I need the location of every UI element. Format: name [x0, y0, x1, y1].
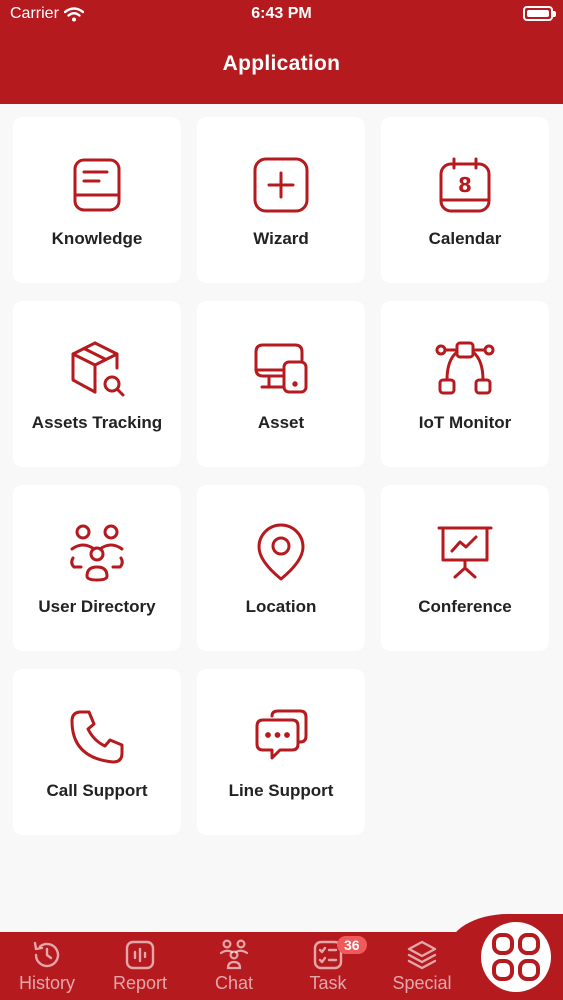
app-card-location[interactable]: Location — [197, 485, 365, 651]
report-icon — [123, 938, 157, 972]
tab-chat[interactable]: Chat — [187, 932, 281, 1000]
app-label: Knowledge — [51, 229, 143, 248]
app-grid: Knowledge Wizard 8 Calendar Assets Track… — [13, 117, 550, 835]
status-time: 6:43 PM — [251, 5, 312, 22]
app-card-conference[interactable]: Conference — [381, 485, 549, 651]
app-header: Carrier 6:43 PM Application — [0, 0, 563, 104]
task-count-badge: 36 — [337, 936, 367, 954]
app-label: User Directory — [38, 597, 156, 616]
group-chat-icon — [217, 938, 251, 972]
app-label: Wizard — [253, 229, 309, 248]
tab-label: Report — [112, 973, 168, 993]
plus-square-icon — [251, 155, 311, 215]
grid-apps-icon — [492, 933, 540, 981]
devices-icon — [251, 339, 311, 399]
app-label: Conference — [418, 597, 512, 616]
app-card-wizard[interactable]: Wizard — [197, 117, 365, 283]
presentation-board-icon — [435, 523, 495, 583]
app-label: Location — [245, 597, 317, 616]
app-card-asset[interactable]: Asset — [197, 301, 365, 467]
app-card-user-directory[interactable]: User Directory — [13, 485, 181, 651]
app-label: Asset — [257, 413, 305, 432]
phone-icon — [67, 707, 127, 767]
tab-report[interactable]: Report — [93, 932, 187, 1000]
tab-label: Chat — [214, 973, 254, 993]
app-card-call-support[interactable]: Call Support — [13, 669, 181, 835]
chat-bubbles-icon — [251, 707, 311, 767]
history-icon — [30, 938, 64, 972]
app-label: Line Support — [228, 781, 334, 800]
box-search-icon — [67, 339, 127, 399]
app-label: Assets Tracking — [31, 413, 163, 432]
vector-nodes-icon — [435, 339, 495, 399]
calendar-day-number: 8 — [458, 173, 472, 197]
app-label: Calendar — [428, 229, 502, 248]
users-group-icon — [67, 523, 127, 583]
app-card-knowledge[interactable]: Knowledge — [13, 117, 181, 283]
app-card-assets-tracking[interactable]: Assets Tracking — [13, 301, 181, 467]
tab-label: History — [18, 973, 75, 993]
app-label: IoT Monitor — [418, 413, 512, 432]
tab-label: Task — [309, 973, 347, 993]
layers-icon — [405, 938, 439, 972]
battery-icon — [523, 6, 556, 21]
bottom-tab-bar: History Report Chat Task 36 Special — [0, 914, 563, 1000]
status-bar: Carrier 6:43 PM — [0, 0, 563, 30]
tab-label: Special — [392, 973, 452, 993]
calendar-icon: 8 — [435, 155, 495, 215]
app-card-line-support[interactable]: Line Support — [197, 669, 365, 835]
apps-menu-button[interactable] — [481, 922, 551, 992]
app-card-iot-monitor[interactable]: IoT Monitor — [381, 301, 549, 467]
tab-task[interactable]: Task 36 — [281, 932, 375, 1000]
page-title: Application — [222, 52, 341, 75]
location-pin-icon — [251, 523, 311, 583]
app-label: Call Support — [46, 781, 148, 800]
tab-history[interactable]: History — [0, 932, 94, 1000]
tab-special[interactable]: Special — [375, 932, 469, 1000]
app-card-calendar[interactable]: 8 Calendar — [381, 117, 549, 283]
book-icon — [67, 155, 127, 215]
